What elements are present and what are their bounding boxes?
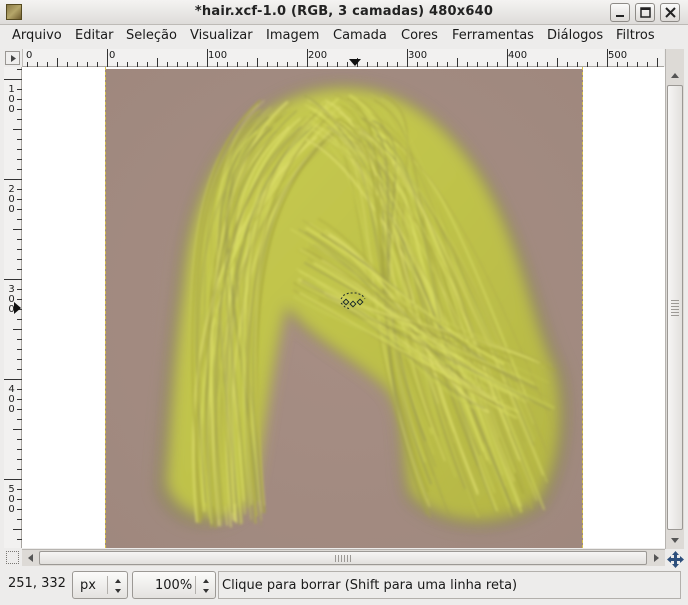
combo-separator xyxy=(195,576,196,594)
vruler-label-text: 400 xyxy=(6,384,17,414)
horizontal-ruler-ticks xyxy=(27,49,658,67)
hruler-label: 100 xyxy=(208,50,228,61)
menu-filtros[interactable]: Filtros xyxy=(616,28,655,43)
vruler-label-text: 500 xyxy=(6,484,17,514)
status-message-text: Clique para borrar (Shift para uma linha… xyxy=(222,578,518,593)
arrow-right-icon[interactable] xyxy=(648,550,664,566)
canvas-area[interactable] xyxy=(22,67,665,548)
hruler-label: 500 xyxy=(608,50,628,61)
vruler-label-text: 200 xyxy=(6,184,17,214)
title-bar: *hair.xcf-1.0 (RGB, 3 camadas) 480x640 xyxy=(0,0,688,25)
window-title: *hair.xcf-1.0 (RGB, 3 camadas) 480x640 xyxy=(194,4,494,19)
thumb-grip xyxy=(671,299,679,316)
status-message: Clique para borrar (Shift para uma linha… xyxy=(218,571,681,599)
menu-bar: Arquivo Editar Seleção Visualizar Imagem… xyxy=(0,25,688,48)
hruler-label: 0 xyxy=(109,50,116,61)
vruler-label: 400 xyxy=(6,384,17,416)
arrow-up-icon xyxy=(671,73,679,78)
maximize-icon xyxy=(640,7,651,18)
scroll-down-button[interactable] xyxy=(667,532,683,548)
vruler-label: 500 xyxy=(6,484,17,516)
navigate-icon[interactable] xyxy=(667,551,684,568)
close-button[interactable] xyxy=(660,3,680,22)
close-icon xyxy=(665,7,676,18)
menu-arquivo[interactable]: Arquivo xyxy=(12,28,62,43)
horizontal-scrollbar[interactable] xyxy=(22,549,665,566)
minimize-icon xyxy=(616,15,624,17)
minimize-button[interactable] xyxy=(610,3,630,22)
spin-arrows-icon xyxy=(203,579,209,593)
spin-arrows-icon xyxy=(115,579,121,593)
scroll-up-button[interactable] xyxy=(667,68,683,84)
thumb-grip xyxy=(335,555,351,562)
image-menu-button[interactable] xyxy=(5,51,20,65)
vruler-label-text: 100 xyxy=(6,84,17,114)
hruler-label: 300 xyxy=(408,50,428,61)
vruler-label: 100 xyxy=(6,84,17,116)
quick-mask-icon[interactable] xyxy=(6,551,19,564)
pointer-coordinates: 251, 332 xyxy=(8,576,66,591)
menu-cores[interactable]: Cores xyxy=(401,28,438,43)
menu-visualizar[interactable]: Visualizar xyxy=(190,28,253,43)
zoom-value: 100% xyxy=(155,578,193,593)
unit-value: px xyxy=(80,578,96,593)
vertical-ruler[interactable]: 100 200 300 400 500 xyxy=(4,67,22,548)
hair-image xyxy=(105,69,583,548)
menu-imagem[interactable]: Imagem xyxy=(266,28,319,43)
combo-separator xyxy=(107,576,108,594)
image-canvas[interactable] xyxy=(105,69,583,548)
pointer-position-marker-icon xyxy=(14,302,21,314)
status-bar: 251, 332 px 100% Clique para borrar (Shi… xyxy=(0,568,688,605)
arrow-down-icon xyxy=(671,538,679,543)
maximize-button[interactable] xyxy=(635,3,655,22)
horizontal-scroll-thumb[interactable] xyxy=(39,551,647,565)
triangle-right-icon xyxy=(11,55,16,62)
arrow-left-icon[interactable] xyxy=(23,550,39,566)
vertical-scrollbar[interactable] xyxy=(665,49,684,549)
vruler-label: 200 xyxy=(6,184,17,216)
hruler-label: 400 xyxy=(508,50,528,61)
pointer-position-marker-icon xyxy=(349,59,361,66)
vertical-scroll-thumb[interactable] xyxy=(667,85,683,530)
menu-dialogos[interactable]: Diálogos xyxy=(547,28,603,43)
horizontal-ruler[interactable]: 0 0 100 200 300 400 500 xyxy=(22,49,664,67)
hruler-label: 200 xyxy=(308,50,328,61)
hruler-label: 0 xyxy=(26,50,33,61)
menu-camada[interactable]: Camada xyxy=(333,28,387,43)
menu-selecao[interactable]: Seleção xyxy=(126,28,177,43)
menu-editar[interactable]: Editar xyxy=(75,28,114,43)
menu-ferramentas[interactable]: Ferramentas xyxy=(452,28,534,43)
unit-selector[interactable]: px xyxy=(72,571,128,599)
zoom-selector[interactable]: 100% xyxy=(132,571,216,599)
